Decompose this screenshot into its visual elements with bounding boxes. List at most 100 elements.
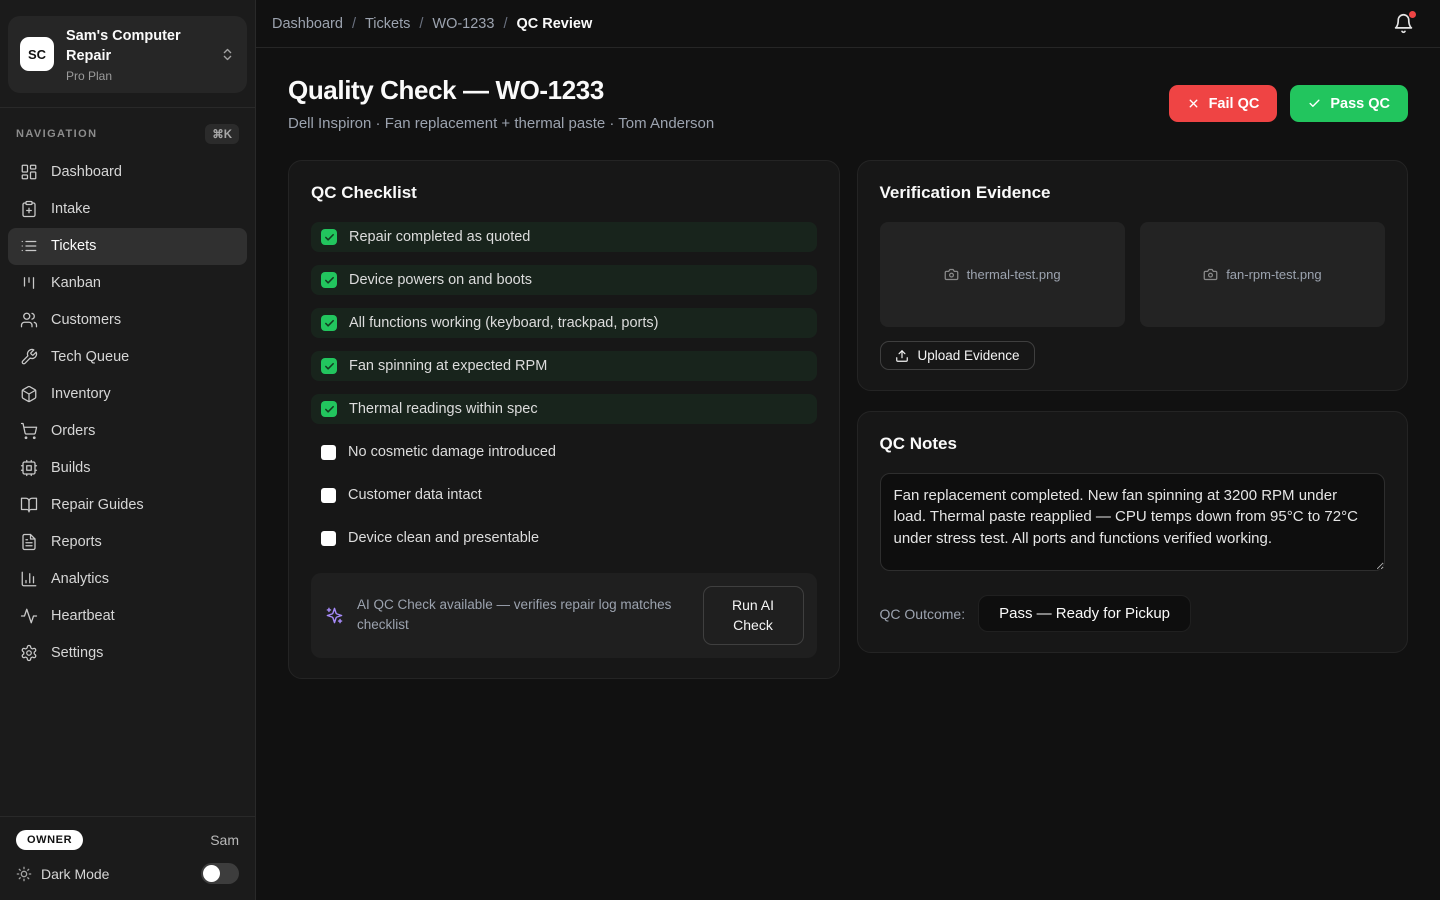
sidebar-item-label: Builds: [51, 460, 91, 476]
sidebar-item-heartbeat[interactable]: Heartbeat: [8, 598, 247, 635]
breadcrumb: Dashboard/Tickets/WO-1233/QC Review: [272, 16, 592, 32]
sidebar-item-kanban[interactable]: Kanban: [8, 265, 247, 302]
notification-dot: [1409, 11, 1416, 18]
qc-notes-textarea[interactable]: [880, 473, 1386, 571]
breadcrumb-item-dashboard[interactable]: Dashboard: [272, 16, 343, 32]
checklist-item-label: Fan spinning at expected RPM: [349, 358, 547, 374]
x-icon: [1187, 97, 1200, 110]
checklist-item-label: Repair completed as quoted: [349, 229, 530, 245]
sparkles-icon: [325, 606, 344, 625]
qc-notes-title: QC Notes: [880, 434, 1386, 454]
cart-icon: [20, 422, 38, 440]
topbar: Dashboard/Tickets/WO-1233/QC Review: [256, 0, 1440, 48]
gear-icon: [20, 644, 38, 662]
checklist-item-fan-spinning-at-expected-rpm[interactable]: Fan spinning at expected RPM: [311, 351, 817, 381]
page-title: Quality Check — WO-1233: [288, 75, 714, 106]
run-ai-check-button[interactable]: Run AI Check: [703, 586, 804, 645]
sidebar-item-label: Repair Guides: [51, 497, 144, 513]
checkbox-unchecked-icon[interactable]: [321, 531, 336, 546]
checklist-item-repair-completed-as-quoted[interactable]: Repair completed as quoted: [311, 222, 817, 252]
checklist-item-all-functions-working-keyboard-trackpad-ports-[interactable]: All functions working (keyboard, trackpa…: [311, 308, 817, 338]
sidebar-item-label: Tech Queue: [51, 349, 129, 365]
page-subtitle: Dell Inspiron · Fan replacement + therma…: [288, 115, 714, 132]
sidebar-item-label: Reports: [51, 534, 102, 550]
package-icon: [20, 385, 38, 403]
evidence-thumbnail-thermal-test-png[interactable]: thermal-test.png: [880, 222, 1125, 327]
sidebar-item-label: Kanban: [51, 275, 101, 291]
sidebar-item-tickets[interactable]: Tickets: [8, 228, 247, 265]
checklist-item-device-powers-on-and-boots[interactable]: Device powers on and boots: [311, 265, 817, 295]
camera-icon: [1203, 267, 1218, 282]
notifications-button[interactable]: [1389, 9, 1418, 38]
sidebar-item-reports[interactable]: Reports: [8, 524, 247, 561]
checklist-item-label: Device clean and presentable: [348, 530, 539, 546]
sidebar: SC Sam's Computer Repair Pro Plan NAVIGA…: [0, 0, 256, 900]
ai-qc-banner: AI QC Check available — verifies repair …: [311, 573, 817, 658]
user-name: Sam: [210, 832, 239, 848]
breadcrumb-item-tickets[interactable]: Tickets: [365, 16, 410, 32]
checklist-item-no-cosmetic-damage-introduced[interactable]: No cosmetic damage introduced: [311, 437, 817, 467]
sidebar-item-inventory[interactable]: Inventory: [8, 376, 247, 413]
ai-qc-text: AI QC Check available — verifies repair …: [357, 595, 690, 636]
verification-evidence-title: Verification Evidence: [880, 183, 1386, 203]
sidebar-item-customers[interactable]: Customers: [8, 302, 247, 339]
upload-icon: [895, 349, 909, 363]
sidebar-footer: OWNER Sam Dark Mode: [0, 816, 255, 900]
sidebar-item-label: Settings: [51, 645, 103, 661]
sidebar-item-label: Inventory: [51, 386, 111, 402]
workspace-switcher[interactable]: SC Sam's Computer Repair Pro Plan: [8, 16, 247, 93]
bar-chart-icon: [20, 570, 38, 588]
checkbox-checked-icon[interactable]: [321, 315, 337, 331]
checklist-item-thermal-readings-within-spec[interactable]: Thermal readings within spec: [311, 394, 817, 424]
sidebar-item-builds[interactable]: Builds: [8, 450, 247, 487]
sidebar-item-orders[interactable]: Orders: [8, 413, 247, 450]
sidebar-item-label: Analytics: [51, 571, 109, 587]
dark-mode-toggle[interactable]: [201, 863, 239, 884]
checkbox-unchecked-icon[interactable]: [321, 488, 336, 503]
fail-qc-button[interactable]: Fail QC: [1169, 85, 1278, 122]
check-icon: [1308, 97, 1321, 110]
workspace-plan: Pro Plan: [66, 69, 208, 83]
chevrons-up-down-icon: [220, 47, 235, 62]
camera-icon: [944, 267, 959, 282]
checkbox-unchecked-icon[interactable]: [321, 445, 336, 460]
sidebar-item-label: Customers: [51, 312, 121, 328]
clipboard-plus-icon: [20, 200, 38, 218]
sidebar-item-analytics[interactable]: Analytics: [8, 561, 247, 598]
sidebar-item-dashboard[interactable]: Dashboard: [8, 154, 247, 191]
checkbox-checked-icon[interactable]: [321, 401, 337, 417]
qc-outcome-label: QC Outcome:: [880, 606, 966, 622]
breadcrumb-item-wo-1233[interactable]: WO-1233: [432, 16, 494, 32]
checklist-item-device-clean-and-presentable[interactable]: Device clean and presentable: [311, 523, 817, 553]
qc-outcome-select[interactable]: Pass — Ready for Pickup: [978, 595, 1191, 632]
command-k-shortcut[interactable]: ⌘K: [205, 124, 239, 144]
checklist-item-label: No cosmetic damage introduced: [348, 444, 556, 460]
checkbox-checked-icon[interactable]: [321, 358, 337, 374]
dashboard-icon: [20, 163, 38, 181]
sidebar-item-repair-guides[interactable]: Repair Guides: [8, 487, 247, 524]
breadcrumb-separator: /: [352, 16, 356, 32]
checklist-item-customer-data-intact[interactable]: Customer data intact: [311, 480, 817, 510]
sun-icon: [16, 866, 32, 882]
qc-checklist-title: QC Checklist: [311, 183, 817, 203]
sidebar-item-settings[interactable]: Settings: [8, 635, 247, 672]
upload-evidence-button[interactable]: Upload Evidence: [880, 341, 1035, 370]
sidebar-item-intake[interactable]: Intake: [8, 191, 247, 228]
breadcrumb-item-qc-review: QC Review: [516, 16, 592, 32]
sidebar-item-tech-queue[interactable]: Tech Queue: [8, 339, 247, 376]
sidebar-item-label: Tickets: [51, 238, 96, 254]
evidence-thumbnail-fan-rpm-test-png[interactable]: fan-rpm-test.png: [1140, 222, 1385, 327]
checklist-item-label: Thermal readings within spec: [349, 401, 538, 417]
book-open-icon: [20, 496, 38, 514]
pass-qc-button[interactable]: Pass QC: [1290, 85, 1408, 122]
evidence-filename: fan-rpm-test.png: [1226, 267, 1321, 282]
sidebar-item-label: Heartbeat: [51, 608, 115, 624]
checklist-item-label: Customer data intact: [348, 487, 482, 503]
evidence-filename: thermal-test.png: [967, 267, 1061, 282]
navigation-section-label: NAVIGATION: [16, 128, 97, 140]
breadcrumb-separator: /: [503, 16, 507, 32]
dark-mode-label: Dark Mode: [41, 866, 109, 882]
checklist-item-label: Device powers on and boots: [349, 272, 532, 288]
checkbox-checked-icon[interactable]: [321, 272, 337, 288]
checkbox-checked-icon[interactable]: [321, 229, 337, 245]
